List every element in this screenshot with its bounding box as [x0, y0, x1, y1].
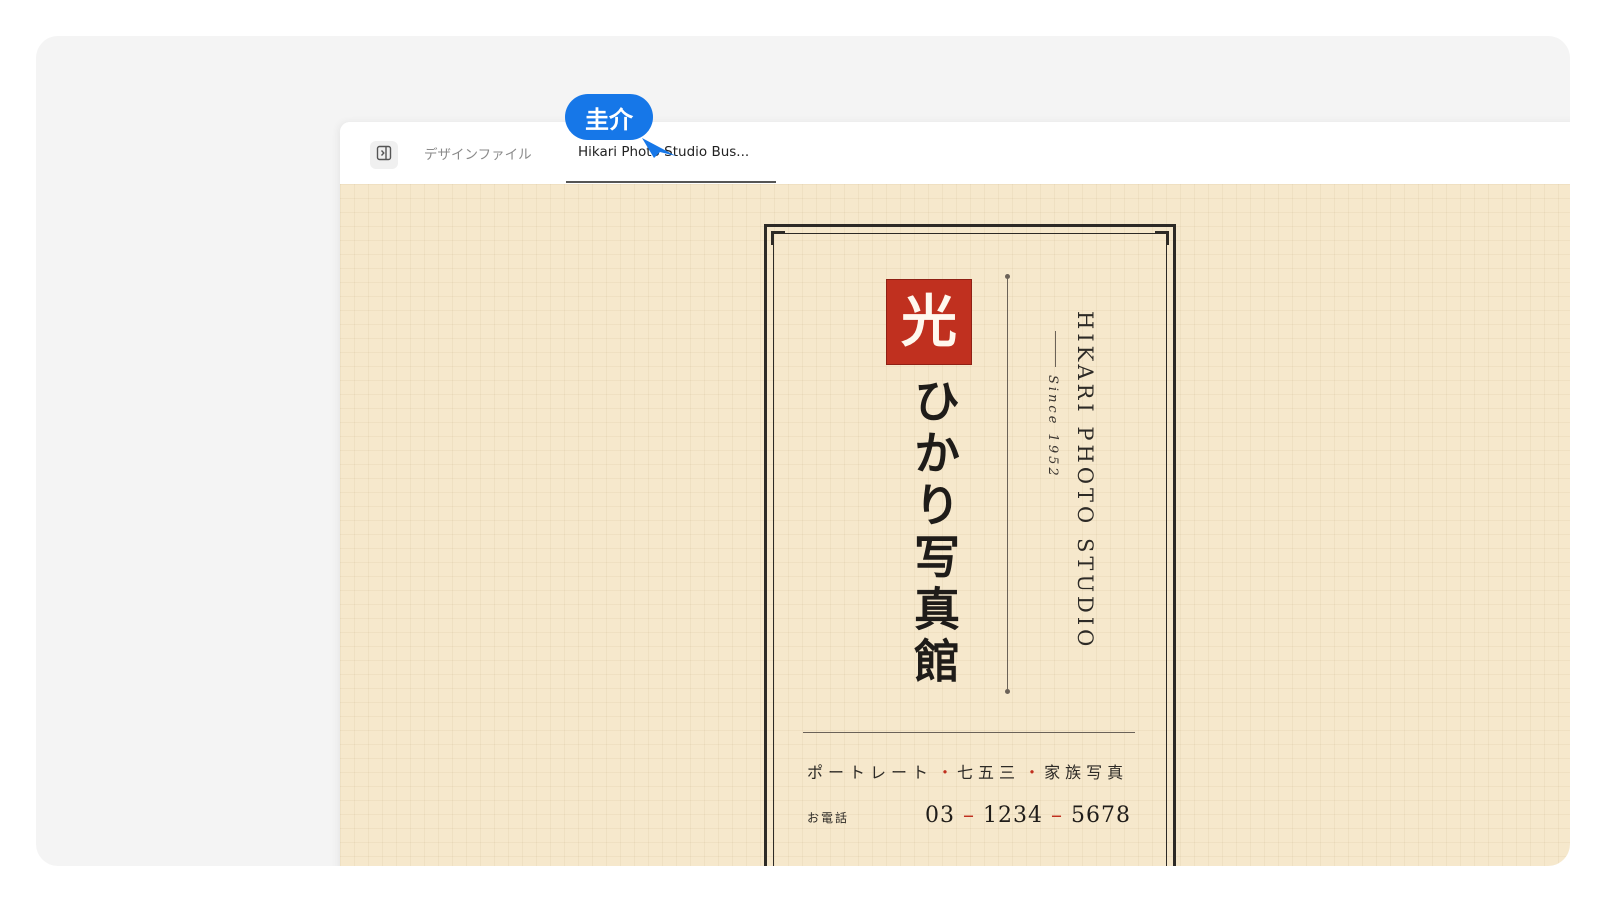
studio-name-japanese: ひかり写真館 [907, 377, 961, 689]
seal-stamp: 光 [886, 279, 972, 365]
design-canvas[interactable]: 光 ひかり写真館 Since 1952 HIKARI PHOTO STUDIO … [340, 184, 1570, 866]
phone-part: 1234 [983, 803, 1043, 828]
vertical-divider [1005, 274, 1010, 694]
services-line: ポートレート・七五三・家族写真 [807, 759, 1137, 783]
business-card[interactable]: 光 ひかり写真館 Since 1952 HIKARI PHOTO STUDIO … [764, 224, 1176, 866]
service-separator: ・ [1024, 763, 1041, 782]
corner-ornament [1155, 231, 1169, 245]
horizontal-divider [803, 732, 1135, 733]
service-item: ポートレート [807, 763, 934, 782]
collaborator-cursor-icon [640, 136, 680, 160]
app-window: デザインファイル Hikari Photo Studio Bus... 光 ひか… [340, 122, 1570, 866]
phone-part: 03 [925, 803, 955, 828]
studio-name-english: HIKARI PHOTO STUDIO [1073, 311, 1097, 651]
service-separator: ・ [937, 763, 954, 782]
sidebar-toggle-icon [376, 145, 392, 165]
since-dash [1055, 331, 1056, 367]
since-year: Since 1952 [1045, 375, 1060, 479]
corner-ornament [771, 231, 785, 245]
phone-separator: – [963, 803, 975, 828]
phone-part: 5678 [1071, 803, 1131, 828]
collaborator-name-bubble: 圭介 [565, 94, 653, 140]
tab-design-files[interactable]: デザインファイル [424, 122, 532, 184]
workspace-background: デザインファイル Hikari Photo Studio Bus... 光 ひか… [36, 36, 1570, 866]
service-item: 七五三 [957, 763, 1021, 782]
phone-number: 03–1234–5678 [925, 803, 1131, 828]
tab-bar: デザインファイル Hikari Photo Studio Bus... [340, 122, 1570, 185]
tab-label: デザインファイル [424, 147, 532, 163]
phone-separator: – [1051, 803, 1063, 828]
sidebar-toggle-button[interactable] [370, 141, 398, 169]
phone-label: お電話 [807, 811, 850, 825]
service-item: 家族写真 [1044, 763, 1129, 782]
